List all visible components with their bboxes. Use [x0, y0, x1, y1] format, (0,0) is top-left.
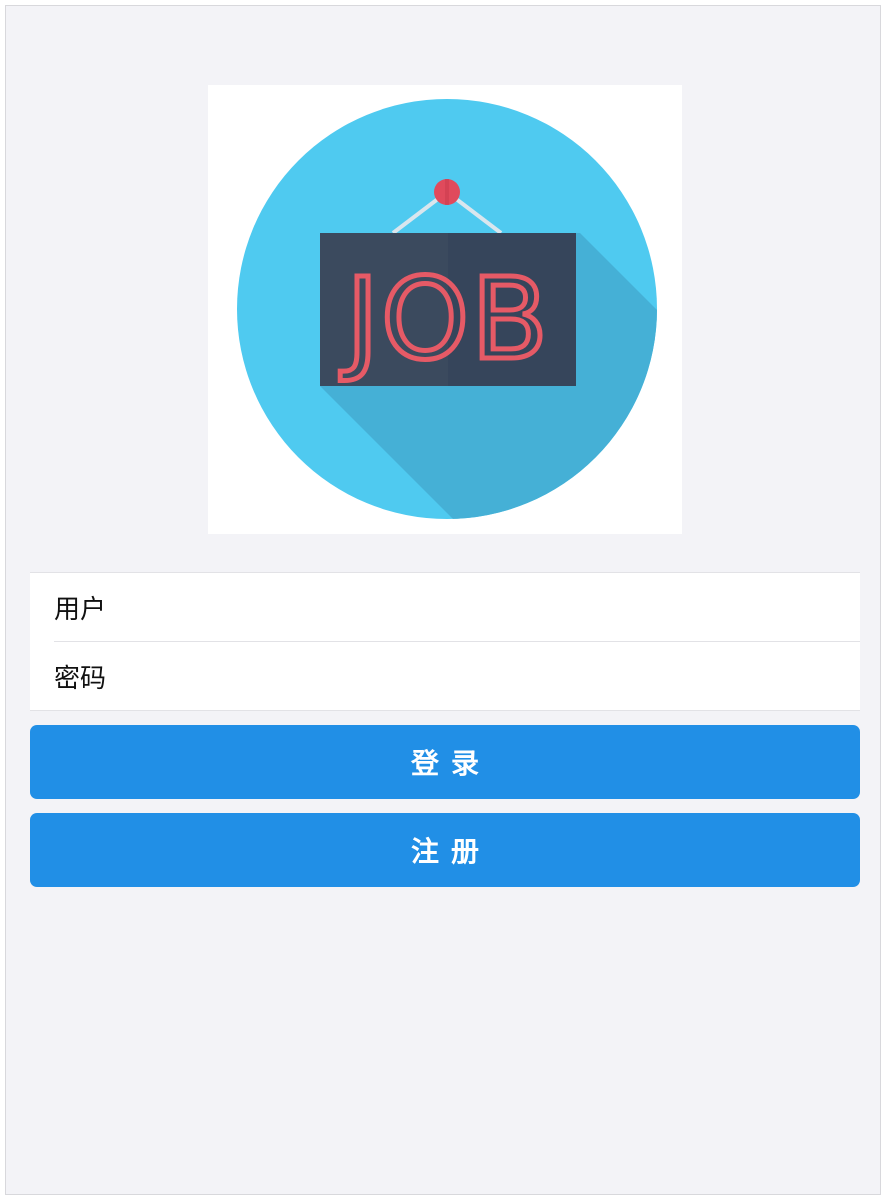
- password-row: 密码: [54, 642, 860, 710]
- login-button[interactable]: 登录: [30, 725, 860, 799]
- logo-text: JOB: [340, 255, 550, 385]
- username-input[interactable]: [144, 577, 860, 637]
- app-screen: JOB 用户 密码 登录 注册: [5, 5, 881, 1195]
- job-logo-image: JOB: [208, 85, 682, 534]
- password-label: 密码: [54, 663, 107, 694]
- register-button[interactable]: 注册: [30, 813, 860, 887]
- job-sign-icon: JOB: [237, 99, 657, 519]
- username-label: 用户: [54, 594, 107, 625]
- password-input[interactable]: [144, 646, 860, 706]
- username-row: 用户: [54, 573, 860, 642]
- login-form: 用户 密码: [30, 572, 860, 711]
